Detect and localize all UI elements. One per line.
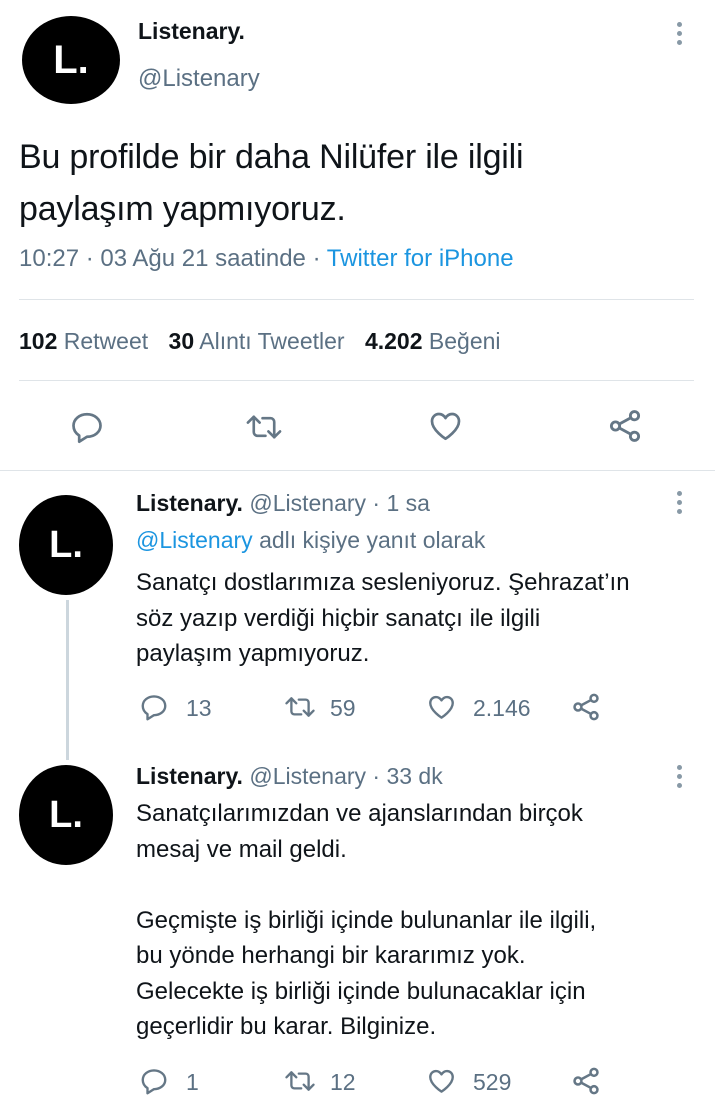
share-icon[interactable] bbox=[570, 691, 602, 723]
retweet-count: 12 bbox=[330, 1069, 356, 1095]
avatar-letter: L. bbox=[53, 37, 89, 82]
retweet-count: 102 bbox=[19, 328, 58, 354]
avatar[interactable]: L. bbox=[22, 16, 120, 104]
reply-meta[interactable]: @Listenary · 1 sa bbox=[249, 490, 430, 516]
tweet-timestamp-row: 10:27 · 03 Ağu 21 saatinde · Twitter for… bbox=[19, 245, 514, 273]
like-label: Beğeni bbox=[428, 328, 501, 354]
retweet-label: Retweet bbox=[63, 328, 149, 354]
replying-to: @Listenary adlı kişiye yanıt olarak bbox=[136, 527, 485, 554]
tweet-stats: 102 Retweet 30 Alıntı Tweetler 4.202 Beğ… bbox=[19, 328, 501, 355]
avatar-letter: L. bbox=[49, 523, 83, 566]
divider bbox=[19, 380, 694, 381]
retweet-icon[interactable] bbox=[284, 692, 316, 722]
reply-count: 1 bbox=[186, 1069, 199, 1095]
more-icon[interactable] bbox=[675, 491, 683, 514]
like-count: 2.146 bbox=[473, 695, 531, 721]
reply-text: Sanatçı dostlarımıza sesleniyoruz. Şehra… bbox=[136, 569, 630, 667]
avatar[interactable]: L. bbox=[19, 765, 113, 865]
likes-stat[interactable]: 4.202 Beğeni bbox=[365, 328, 501, 354]
quote-count: 30 bbox=[168, 328, 195, 354]
share-icon[interactable] bbox=[606, 407, 644, 445]
reply-text: Sanatçılarımızdan ve ajanslarından birço… bbox=[136, 800, 597, 1040]
avatar[interactable]: L. bbox=[19, 495, 113, 595]
display-name[interactable]: Listenary. bbox=[136, 763, 243, 789]
reply-icon[interactable] bbox=[69, 409, 105, 445]
tweet-timestamp[interactable]: 10:27 · 03 Ağu 21 saatinde · bbox=[19, 245, 321, 272]
tweet-text-line-1: Bu profilde bir daha Nilüfer ile ilgili bbox=[19, 138, 524, 176]
like-icon[interactable] bbox=[426, 692, 457, 722]
more-icon[interactable] bbox=[675, 22, 683, 45]
like-count: 4.202 bbox=[364, 328, 423, 354]
user-handle[interactable]: @Listenary bbox=[138, 65, 260, 93]
reply-meta[interactable]: @Listenary · 33 dk bbox=[249, 763, 442, 789]
replying-to-handle[interactable]: @Listenary bbox=[136, 527, 253, 553]
avatar-letter: L. bbox=[49, 793, 83, 836]
reply-count: 13 bbox=[186, 695, 212, 721]
retweets-stat[interactable]: 102 Retweet bbox=[19, 328, 155, 354]
quotes-stat[interactable]: 30 Alıntı Tweetler bbox=[169, 328, 351, 354]
replying-to-label: adlı kişiye yanıt olarak bbox=[259, 527, 486, 553]
like-count: 529 bbox=[473, 1069, 512, 1095]
reply-icon[interactable] bbox=[139, 1066, 169, 1096]
tweet-source-link[interactable]: Twitter for iPhone bbox=[327, 245, 514, 272]
display-name[interactable]: Listenary. bbox=[136, 490, 243, 516]
quote-label: Alıntı Tweetler bbox=[199, 328, 345, 354]
share-icon[interactable] bbox=[570, 1065, 602, 1097]
retweet-count: 59 bbox=[330, 695, 356, 721]
display-name[interactable]: Listenary. bbox=[138, 18, 245, 45]
tweet-text-line-2: paylaşım yapmıyoruz. bbox=[19, 190, 346, 228]
retweet-icon[interactable] bbox=[245, 409, 283, 445]
retweet-icon[interactable] bbox=[284, 1066, 316, 1096]
reply-header: Listenary. @Listenary · 1 sa bbox=[136, 490, 430, 517]
section-divider bbox=[0, 470, 715, 471]
more-icon[interactable] bbox=[675, 765, 683, 788]
like-icon[interactable] bbox=[427, 408, 464, 444]
reply-icon[interactable] bbox=[139, 692, 169, 722]
reply-header: Listenary. @Listenary · 33 dk bbox=[136, 763, 443, 790]
thread-line bbox=[66, 600, 69, 760]
divider bbox=[19, 299, 694, 300]
like-icon[interactable] bbox=[426, 1066, 457, 1096]
